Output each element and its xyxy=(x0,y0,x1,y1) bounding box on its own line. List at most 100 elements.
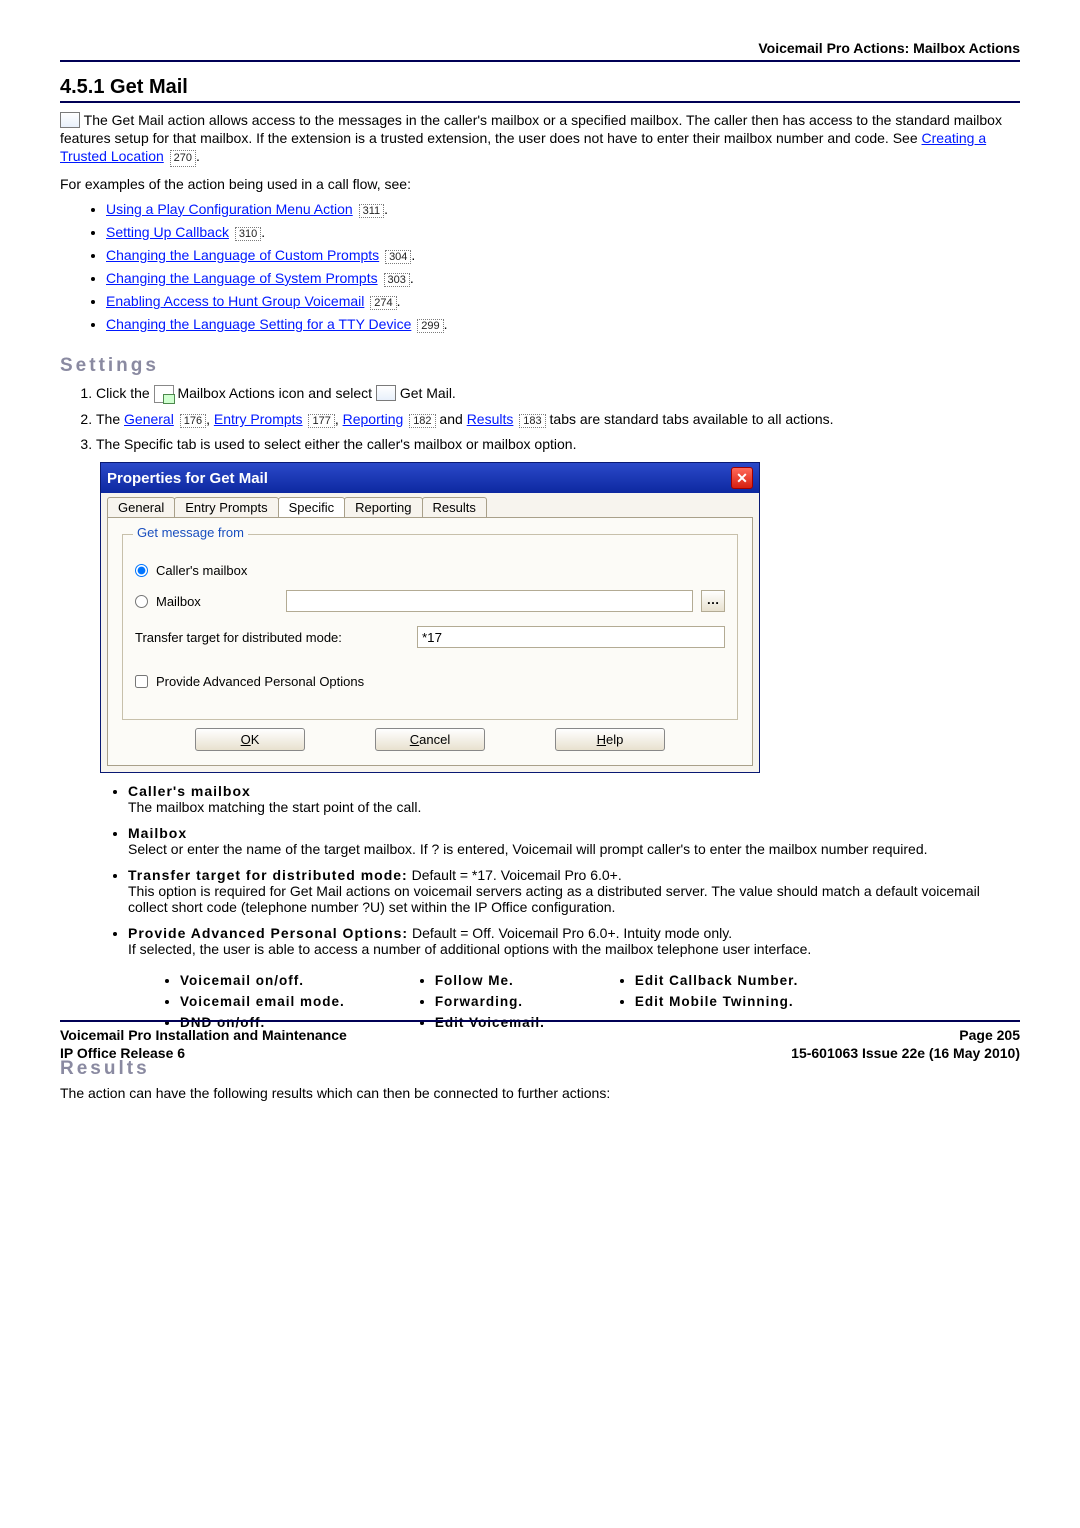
def-text: The mailbox matching the start point of … xyxy=(128,799,421,815)
link-results-tab[interactable]: Results xyxy=(467,411,514,427)
intro-text: The Get Mail action allows access to the… xyxy=(60,112,1002,146)
period: . xyxy=(196,148,200,164)
pageref: 303 xyxy=(384,273,410,287)
def-callers-mailbox: Caller's mailbox The mailbox matching th… xyxy=(128,783,1020,815)
step1-text-c: Get Mail. xyxy=(400,385,456,401)
footer-doc-title: Voicemail Pro Installation and Maintenan… xyxy=(60,1026,347,1044)
tab-results[interactable]: Results xyxy=(422,497,487,517)
step-3: The Specific tab is used to select eithe… xyxy=(96,436,1020,452)
def-apo: Provide Advanced Personal Options: Defau… xyxy=(128,925,1020,957)
dialog-tabs: General Entry Prompts Specific Reporting… xyxy=(101,497,759,517)
header-breadcrumb: Voicemail Pro Actions: Mailbox Actions xyxy=(60,40,1020,62)
link-entryprompts-tab[interactable]: Entry Prompts xyxy=(214,411,303,427)
transfer-target-input[interactable] xyxy=(417,626,725,648)
footer-doc-id: 15-601063 Issue 22e (16 May 2010) xyxy=(791,1044,1020,1062)
pageref: 270 xyxy=(170,150,196,166)
section-number: 4.5.1 xyxy=(60,76,104,98)
dialog-title: Properties for Get Mail xyxy=(107,470,268,487)
def-label: Transfer target for distributed mode: xyxy=(128,867,408,883)
link-example[interactable]: Using a Play Configuration Menu Action xyxy=(106,201,353,217)
footer-release: IP Office Release 6 xyxy=(60,1044,347,1062)
apo-item: Voicemail on/off. xyxy=(180,973,345,988)
link-example[interactable]: Setting Up Callback xyxy=(106,224,229,240)
ok-label: K xyxy=(251,732,260,747)
tab-entry-prompts[interactable]: Entry Prompts xyxy=(174,497,278,517)
def-label: Provide Advanced Personal Options: xyxy=(128,925,408,941)
results-text: The action can have the following result… xyxy=(60,1084,1020,1102)
link-example[interactable]: Changing the Language Setting for a TTY … xyxy=(106,316,411,332)
close-button[interactable]: ✕ xyxy=(731,467,753,489)
examples-list: Using a Play Configuration Menu Action 3… xyxy=(60,201,1020,333)
option-definitions: Caller's mailbox The mailbox matching th… xyxy=(60,783,1020,957)
def-meta: Default = Off. Voicemail Pro 6.0+. Intui… xyxy=(412,925,732,941)
apo-item: Edit Callback Number. xyxy=(635,973,799,988)
def-meta: Default = *17. Voicemail Pro 6.0+. xyxy=(412,867,622,883)
tab-general[interactable]: General xyxy=(107,497,175,517)
step1-text-a: Click the xyxy=(96,385,154,401)
def-text: Select or enter the name of the target m… xyxy=(128,841,928,857)
mailbox-browse-button[interactable]: … xyxy=(701,590,725,612)
ellipsis-icon: … xyxy=(707,592,720,607)
close-icon: ✕ xyxy=(736,470,748,487)
pageref: 310 xyxy=(235,227,261,241)
def-mailbox: Mailbox Select or enter the name of the … xyxy=(128,825,1020,857)
pageref: 177 xyxy=(308,414,334,428)
section-title: 4.5.1 Get Mail xyxy=(60,76,1020,103)
cancel-button[interactable]: Cancel xyxy=(375,728,485,751)
def-label: Mailbox xyxy=(128,825,187,841)
getmail-action-icon xyxy=(376,385,396,401)
settings-steps: Click the Mailbox Actions icon and selec… xyxy=(60,385,1020,452)
dialog-button-row: OK Cancel Help xyxy=(122,720,738,751)
apo-item: Edit Mobile Twinning. xyxy=(635,994,799,1009)
mailbox-actions-icon xyxy=(154,385,174,403)
footer-page-number: Page 205 xyxy=(791,1026,1020,1044)
transfer-target-label: Transfer target for distributed mode: xyxy=(135,630,405,645)
group-legend: Get message from xyxy=(133,525,248,540)
link-example[interactable]: Enabling Access to Hunt Group Voicemail xyxy=(106,293,364,309)
properties-dialog: Properties for Get Mail ✕ General Entry … xyxy=(100,462,760,773)
page-footer: Voicemail Pro Installation and Maintenan… xyxy=(60,1020,1020,1062)
apo-item: Voicemail email mode. xyxy=(180,994,345,1009)
pageref: 274 xyxy=(370,296,396,310)
settings-heading: Settings xyxy=(60,355,1020,377)
list-item: Changing the Language of Custom Prompts … xyxy=(106,247,1020,264)
def-transfer-target: Transfer target for distributed mode: De… xyxy=(128,867,1020,915)
radio-callers-label: Caller's mailbox xyxy=(156,563,247,578)
def-label: Caller's mailbox xyxy=(128,783,251,799)
link-example[interactable]: Changing the Language of System Prompts xyxy=(106,270,378,286)
pageref: 299 xyxy=(417,319,443,333)
step2-text-b: tabs are standard tabs available to all … xyxy=(550,411,834,427)
dialog-titlebar: Properties for Get Mail ✕ xyxy=(101,463,759,493)
link-reporting-tab[interactable]: Reporting xyxy=(343,411,404,427)
group-get-message-from: Get message from Caller's mailbox Mailbo… xyxy=(122,534,738,720)
list-item: Enabling Access to Hunt Group Voicemail … xyxy=(106,293,1020,310)
help-button[interactable]: Help xyxy=(555,728,665,751)
tab-reporting[interactable]: Reporting xyxy=(344,497,422,517)
list-item: Changing the Language of System Prompts … xyxy=(106,270,1020,287)
mailbox-name-input[interactable] xyxy=(286,590,693,612)
def-text: If selected, the user is able to access … xyxy=(128,941,811,957)
apo-item: Forwarding. xyxy=(435,994,545,1009)
def-text: This option is required for Get Mail act… xyxy=(128,883,980,915)
link-general-tab[interactable]: General xyxy=(124,411,174,427)
pageref: 304 xyxy=(385,250,411,264)
list-item: Using a Play Configuration Menu Action 3… xyxy=(106,201,1020,218)
list-item: Setting Up Callback 310. xyxy=(106,224,1020,241)
intro-paragraph: The Get Mail action allows access to the… xyxy=(60,111,1020,167)
getmail-action-icon xyxy=(60,112,80,128)
tab-specific[interactable]: Specific xyxy=(278,497,346,517)
link-example[interactable]: Changing the Language of Custom Prompts xyxy=(106,247,379,263)
step1-text-b: Mailbox Actions icon and select xyxy=(177,385,375,401)
apo-item: Follow Me. xyxy=(435,973,545,988)
radio-mailbox[interactable] xyxy=(135,595,148,608)
checkbox-advanced-personal-options[interactable] xyxy=(135,675,148,688)
pageref: 182 xyxy=(409,414,435,428)
list-item: Changing the Language Setting for a TTY … xyxy=(106,316,1020,333)
step-2: The General 176, Entry Prompts 177, Repo… xyxy=(96,411,1020,428)
checkbox-apo-label: Provide Advanced Personal Options xyxy=(156,674,364,689)
tab-panel-specific: Get message from Caller's mailbox Mailbo… xyxy=(107,517,753,766)
ok-button[interactable]: OK xyxy=(195,728,305,751)
radio-callers-mailbox[interactable] xyxy=(135,564,148,577)
step2-text-a: The xyxy=(96,411,124,427)
examples-intro: For examples of the action being used in… xyxy=(60,175,1020,193)
